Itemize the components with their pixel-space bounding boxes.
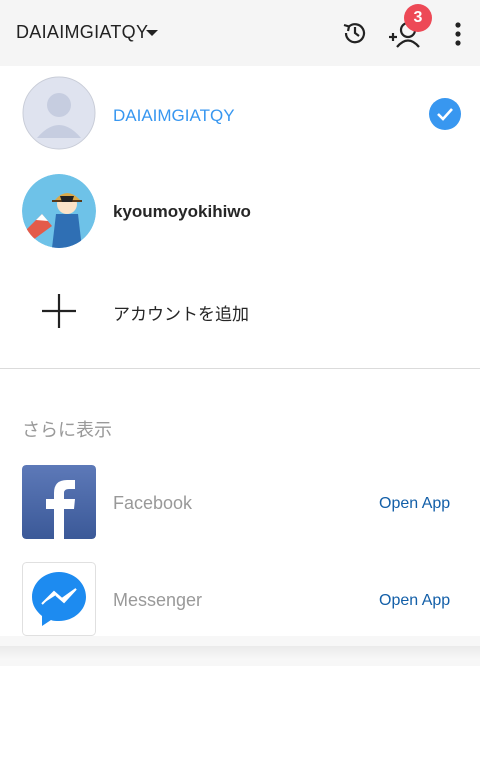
open-app-button[interactable]: Open App — [379, 495, 450, 513]
more-vertical-icon[interactable] — [448, 20, 468, 48]
app-name: Facebook — [113, 493, 193, 513]
add-account-row[interactable]: アカウントを追加 — [0, 262, 480, 358]
selected-check-icon — [429, 98, 461, 130]
account-username: DAIAIMGIATQY — [113, 106, 235, 125]
facebook-icon — [22, 465, 96, 539]
chevron-down-icon[interactable] — [146, 30, 158, 36]
account-row-kyoumoyokihiwo[interactable]: kyoumoyokihiwo — [0, 164, 480, 260]
account-switcher-title[interactable]: DAIAIMGIATQY — [16, 22, 148, 43]
underlying-tab-bar — [0, 646, 480, 660]
app-row-messenger: Messenger Open App — [0, 552, 480, 648]
messenger-icon — [22, 562, 96, 636]
plus-icon — [42, 294, 76, 328]
open-app-button[interactable]: Open App — [379, 592, 450, 610]
section-title: さらに表示 — [22, 420, 112, 440]
notification-badge: 3 — [404, 4, 432, 32]
app-name: Messenger — [113, 590, 203, 610]
divider — [0, 368, 480, 369]
history-icon[interactable] — [340, 18, 370, 48]
default-avatar-icon — [22, 76, 96, 150]
illustrated-avatar — [22, 174, 96, 248]
top-bar: DAIAIMGIATQY 3 — [0, 0, 480, 66]
account-username: kyoumoyokihiwo — [113, 202, 251, 221]
account-row-daiaimgiatqy[interactable]: DAIAIMGIATQY — [0, 66, 480, 162]
app-row-facebook: Facebook Open App — [0, 455, 480, 551]
add-account-label: アカウントを追加 — [113, 305, 249, 324]
